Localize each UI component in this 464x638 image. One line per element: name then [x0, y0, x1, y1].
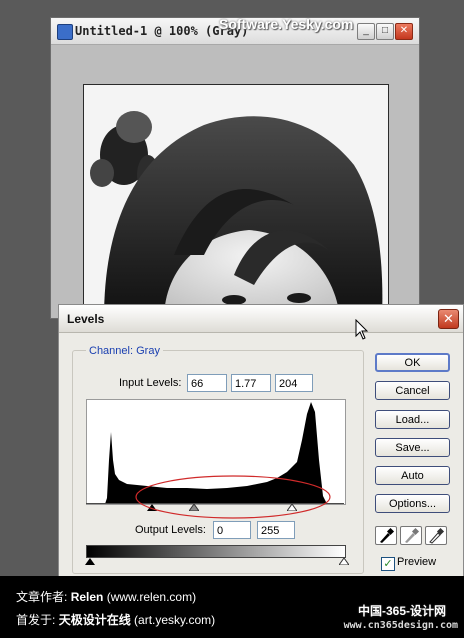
preview-checkbox[interactable]: ✓: [381, 557, 395, 571]
output-black-slider[interactable]: [85, 558, 95, 565]
levels-dialog-title: Levels: [67, 312, 105, 326]
logo-url: www.cn365design.com: [343, 620, 458, 631]
document-window: Untitled-1 @ 100% (Gray) _ □ ✕ Software.…: [50, 16, 420, 320]
minimize-button[interactable]: _: [357, 23, 375, 40]
levels-dialog: Levels ✕ Channel: Gray Input Levels: 66 …: [58, 304, 464, 578]
mouse-cursor-icon: [355, 319, 369, 340]
published-site-name: 天极设计在线: [58, 613, 131, 627]
output-gradient-bar: [86, 545, 346, 558]
author-label: 文章作者:: [16, 590, 68, 604]
input-levels-label: Input Levels:: [119, 377, 182, 389]
black-eyedropper-icon[interactable]: [375, 526, 397, 545]
author-site: (www.relen.com): [106, 590, 197, 604]
channel-dropdown[interactable]: Gray: [136, 345, 160, 357]
author-line: 文章作者: Relen (www.relen.com): [16, 588, 196, 605]
preview-label: Preview: [397, 556, 437, 568]
load-button[interactable]: Load...: [375, 410, 450, 429]
gray-eyedropper-icon[interactable]: [400, 526, 422, 545]
author-name: Relen: [70, 590, 104, 604]
save-button[interactable]: Save...: [375, 438, 450, 457]
ok-button[interactable]: OK: [375, 353, 450, 372]
photoshop-doc-icon: [57, 24, 73, 40]
output-white-field[interactable]: 255: [257, 521, 295, 539]
credits-bar: 文章作者: Relen (www.relen.com) 首发于: 天极设计在线 …: [0, 576, 464, 638]
close-levels-button[interactable]: ✕: [438, 309, 459, 329]
highlight-ellipse: [135, 475, 331, 519]
auto-button[interactable]: Auto: [375, 466, 450, 485]
input-black-field[interactable]: 66: [187, 374, 227, 392]
output-white-slider[interactable]: [339, 558, 349, 565]
output-black-field[interactable]: 0: [213, 521, 251, 539]
watermark-text: Software.Yesky.com: [219, 16, 354, 32]
channel-label: Channel: Gray: [86, 345, 163, 357]
channel-caption: Channel:: [89, 345, 134, 357]
levels-title-bar[interactable]: Levels ✕: [59, 305, 463, 333]
options-button[interactable]: Options...: [375, 494, 450, 513]
published-label: 首发于:: [16, 613, 56, 627]
maximize-button[interactable]: □: [376, 23, 394, 40]
input-gamma-field[interactable]: 1.77: [231, 374, 271, 392]
image-canvas[interactable]: [83, 84, 389, 320]
close-document-button[interactable]: ✕: [395, 23, 413, 40]
cancel-button[interactable]: Cancel: [375, 381, 450, 400]
output-levels-label: Output Levels:: [135, 524, 206, 536]
logo-cn365: 中国-365-设计网: [357, 604, 446, 618]
published-line: 首发于: 天极设计在线 (art.yesky.com): [16, 611, 215, 628]
input-white-field[interactable]: 204: [275, 374, 313, 392]
grayscale-portrait-image: [84, 85, 388, 319]
published-site-url: (art.yesky.com): [134, 613, 216, 627]
white-eyedropper-icon[interactable]: [425, 526, 447, 545]
